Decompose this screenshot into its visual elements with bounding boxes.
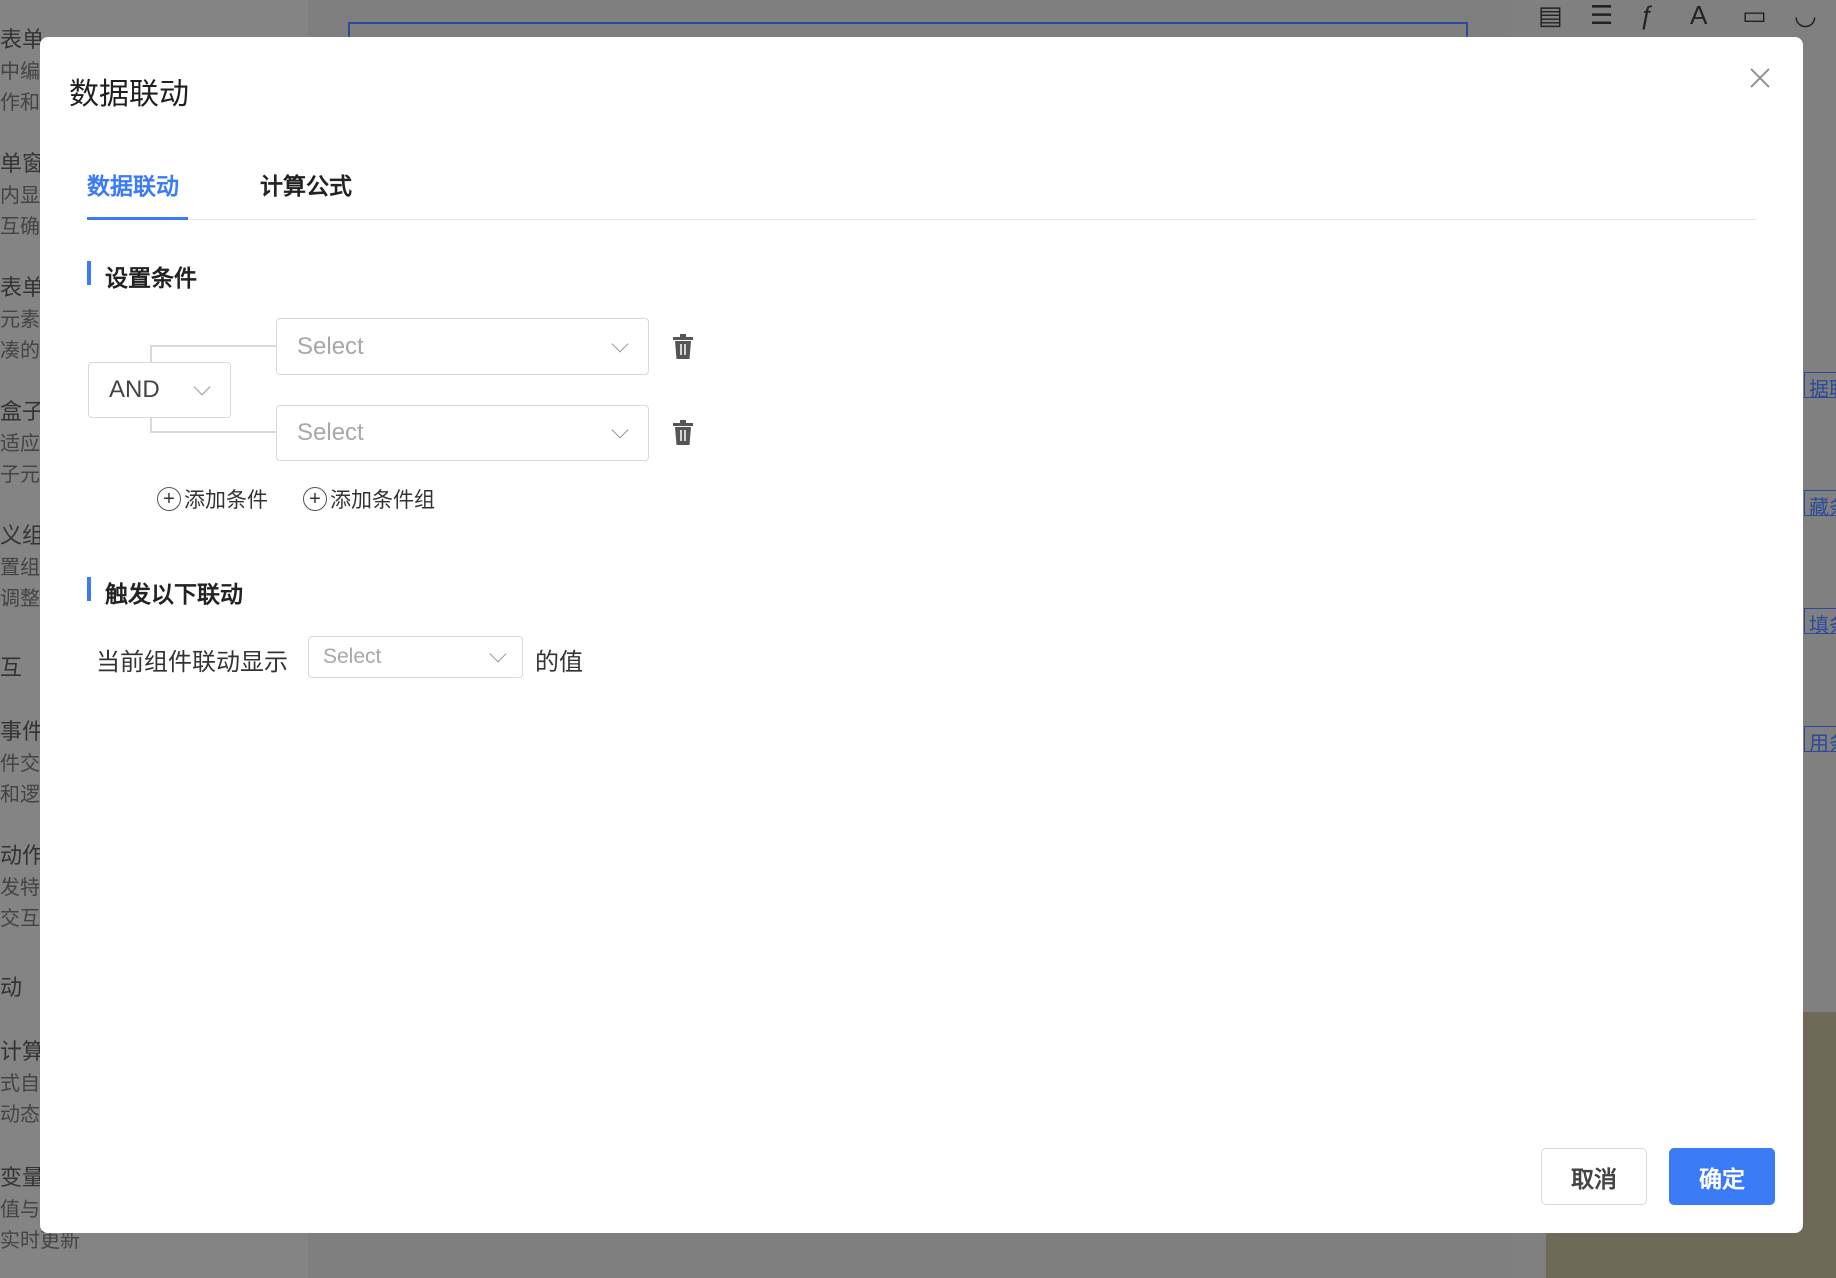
background-sidebar-text: 适应 bbox=[0, 433, 40, 455]
add-condition-group-label: 添加条件组 bbox=[330, 489, 435, 512]
dialog-title: 数据联动 bbox=[69, 78, 189, 111]
plus-circle-icon: + bbox=[303, 487, 327, 511]
background-sidebar-text: 单窗 bbox=[0, 151, 45, 176]
background-link: 据联 bbox=[1804, 372, 1836, 401]
select-placeholder: Select bbox=[323, 645, 382, 668]
background-sidebar-text: 发特 bbox=[0, 877, 40, 899]
select-placeholder: Select bbox=[297, 332, 364, 360]
background-sidebar-text: 盒子 bbox=[0, 399, 45, 424]
add-condition-group-button[interactable]: + 添加条件组 bbox=[303, 484, 435, 514]
background-sidebar-text: 中编 bbox=[0, 61, 40, 83]
formula-icon: ƒ bbox=[1640, 0, 1655, 30]
trigger-prefix-label: 当前组件联动显示 bbox=[96, 649, 288, 676]
condition-field-select[interactable]: Select bbox=[276, 405, 649, 461]
delete-condition-icon[interactable] bbox=[672, 334, 694, 360]
trigger-suffix-label: 的值 bbox=[535, 649, 583, 676]
linked-value-select[interactable]: Select bbox=[308, 636, 523, 678]
background-sidebar-text: 式自 bbox=[0, 1073, 40, 1095]
background-sidebar-text: 动态 bbox=[0, 1104, 40, 1126]
connector-line bbox=[150, 431, 276, 433]
tab-data-linkage[interactable]: 数据联动 bbox=[87, 167, 188, 220]
background-link: 用条 bbox=[1804, 726, 1836, 755]
background-sidebar-text: 置组 bbox=[0, 557, 40, 579]
background-sidebar-text: 计算 bbox=[0, 1039, 45, 1064]
background-sidebar-text: 表单 bbox=[0, 27, 45, 52]
logic-operator-value: AND bbox=[109, 376, 160, 403]
background-sidebar-text: 和逻 bbox=[0, 784, 40, 806]
trigger-heading: 触发以下联动 bbox=[87, 575, 243, 609]
condition-field-select[interactable]: Select bbox=[276, 318, 649, 375]
background-sidebar-text: 内显 bbox=[0, 185, 40, 207]
add-condition-label: 添加条件 bbox=[184, 489, 268, 512]
background-sidebar-text: 变量 bbox=[0, 1165, 45, 1190]
delete-condition-icon[interactable] bbox=[672, 420, 694, 446]
plus-circle-icon: + bbox=[157, 487, 181, 511]
cancel-button[interactable]: 取消 bbox=[1541, 1148, 1647, 1205]
background-sidebar-text: 互 bbox=[0, 655, 23, 680]
background-sidebar-text: 表单 bbox=[0, 275, 45, 300]
chevron-down-icon bbox=[193, 378, 211, 396]
conditions-heading: 设置条件 bbox=[87, 259, 197, 293]
background-sidebar-text: 调整 bbox=[0, 588, 40, 610]
tab-formula[interactable]: 计算公式 bbox=[260, 167, 352, 220]
background-sidebar-text: 动 bbox=[0, 975, 23, 1000]
background-sidebar-text: 互确 bbox=[0, 216, 40, 238]
tab-bar: 数据联动 计算公式 bbox=[87, 167, 1757, 220]
chevron-down-icon bbox=[611, 421, 629, 439]
background-sidebar-text: 件交 bbox=[0, 753, 40, 775]
background-sidebar-text: 交互 bbox=[0, 908, 40, 930]
shield-check-icon: ◡ bbox=[1794, 0, 1817, 30]
terminal-icon: ▭ bbox=[1742, 0, 1767, 30]
close-icon[interactable] bbox=[1747, 65, 1773, 91]
data-linkage-dialog: 数据联动 数据联动 计算公式 设置条件 AND Select Select + … bbox=[40, 37, 1803, 1233]
background-sidebar-text: 元素 bbox=[0, 309, 40, 331]
background-sidebar-text: 子元 bbox=[0, 464, 40, 486]
add-condition-button[interactable]: + 添加条件 bbox=[157, 484, 268, 514]
background-sidebar-text: 凑的 bbox=[0, 340, 40, 362]
background-sidebar-text: 值与 bbox=[0, 1199, 40, 1221]
background-link: 藏条 bbox=[1804, 490, 1836, 519]
text-style-icon: A bbox=[1690, 0, 1708, 30]
confirm-button[interactable]: 确定 bbox=[1669, 1148, 1775, 1205]
background-sidebar-text: 事件 bbox=[0, 719, 45, 744]
select-placeholder: Select bbox=[297, 419, 364, 446]
chevron-down-icon bbox=[489, 645, 507, 663]
chevron-down-icon bbox=[611, 335, 629, 352]
background-sidebar-text: 义组 bbox=[0, 523, 45, 548]
background-sidebar-text: 动作 bbox=[0, 843, 45, 868]
connector-line bbox=[150, 345, 276, 347]
sliders-icon: ☰ bbox=[1590, 0, 1614, 30]
background-link: 填条 bbox=[1804, 608, 1836, 637]
form-settings-icon: ▤ bbox=[1538, 0, 1563, 30]
background-sidebar-text: 作和 bbox=[0, 92, 40, 114]
logic-operator-select[interactable]: AND bbox=[88, 362, 231, 418]
